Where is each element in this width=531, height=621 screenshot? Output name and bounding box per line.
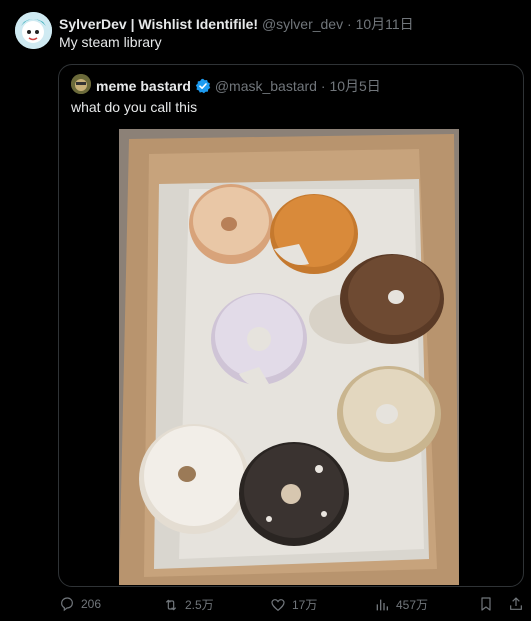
tweet-text: My steam library [59, 34, 162, 50]
views-count: 457万 [396, 598, 429, 612]
quoted-author-handle[interactable]: @mask_bastard [215, 78, 317, 94]
bookmark-icon [481, 597, 491, 611]
reply-button[interactable]: 206 [59, 596, 101, 612]
verified-badge-icon [195, 78, 211, 97]
share-icon [510, 597, 522, 610]
quoted-author-name[interactable]: meme bastard [96, 78, 191, 94]
quoted-tweet-date[interactable]: 10月5日 [329, 78, 380, 94]
like-button[interactable]: 17万 [270, 596, 317, 613]
separator-dot: · [320, 78, 326, 94]
separator-dot: · [347, 16, 352, 32]
reply-count: 206 [81, 597, 102, 611]
views-button[interactable]: 457万 [374, 596, 428, 613]
repost-icon [165, 599, 177, 610]
reply-icon [61, 597, 73, 612]
quoted-tweet-text: what do you call this [71, 99, 198, 115]
tweet-header: SylverDev | Wishlist Identifile! @sylver… [59, 14, 414, 34]
tweet-actions-bar: 206 2.5万 17万 457万 [0, 596, 531, 618]
tweet-date[interactable]: 10月11日 [356, 16, 414, 32]
share-button[interactable] [508, 596, 524, 612]
repost-count: 2.5万 [185, 598, 214, 612]
bookmark-button[interactable] [478, 596, 494, 612]
quoted-tweet-photo[interactable] [119, 129, 459, 585]
quoted-author-avatar[interactable] [71, 74, 91, 94]
repost-button[interactable]: 2.5万 [163, 596, 214, 613]
views-icon [376, 599, 388, 610]
quoted-tweet[interactable]: meme bastard @mask_bastard · 10月5日 what … [58, 64, 524, 587]
author-handle[interactable]: @sylver_dev [262, 16, 343, 32]
quoted-tweet-header: meme bastard @mask_bastard · 10月5日 [96, 76, 381, 97]
author-avatar[interactable] [15, 12, 52, 49]
like-count: 17万 [292, 598, 318, 612]
author-name[interactable]: SylverDev | Wishlist Identifile! [59, 16, 258, 32]
heart-icon [271, 598, 285, 611]
